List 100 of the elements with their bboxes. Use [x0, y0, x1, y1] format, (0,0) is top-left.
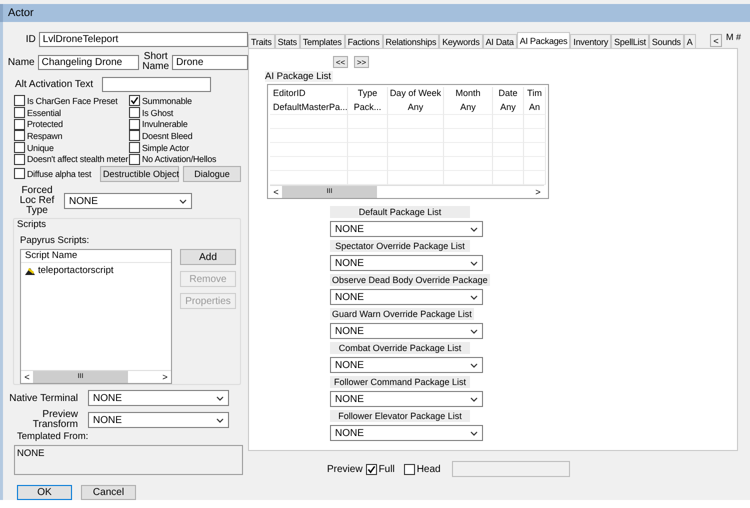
- window-title: Actor: [0, 4, 750, 22]
- short-name-field[interactable]: Drone: [172, 54, 248, 70]
- package-dropdown[interactable]: NONE: [330, 221, 483, 237]
- scroll-right-arrow[interactable]: >: [532, 186, 544, 198]
- package-dropdown[interactable]: NONE: [330, 323, 483, 339]
- field-label: ID: [24, 34, 36, 45]
- checkbox[interactable]: [14, 142, 25, 154]
- table-cell: Any: [493, 101, 524, 115]
- field-label: Follower Elevator Package List: [330, 410, 470, 422]
- field-label: Observe Dead Body Override Package: [330, 274, 490, 286]
- table-cell: Pack...: [348, 101, 388, 115]
- list-item[interactable]: teleportactorscript: [38, 265, 114, 276]
- tab[interactable]: SpellList: [611, 34, 649, 48]
- column-header[interactable]: Month: [444, 87, 493, 101]
- package-dropdown[interactable]: NONE: [330, 289, 483, 305]
- field-label: Default Package List: [330, 206, 470, 218]
- dialog-button[interactable]: Dialogue: [183, 166, 241, 182]
- package-dropdown[interactable]: NONE: [330, 357, 483, 373]
- checkbox[interactable]: [129, 142, 140, 154]
- tab[interactable]: Stats: [274, 34, 300, 48]
- checkbox-label: Head: [416, 464, 441, 474]
- tab[interactable]: Templates: [300, 34, 345, 48]
- checkbox[interactable]: [129, 130, 140, 142]
- tab[interactable]: AI Data: [482, 34, 517, 48]
- checkbox-label: Protected: [27, 119, 63, 130]
- tab-overflow-text: M #: [726, 32, 742, 42]
- checkbox[interactable]: [14, 107, 25, 118]
- tab[interactable]: Inventory: [570, 34, 612, 48]
- caret-icon: [470, 226, 478, 232]
- script-icon: [24, 266, 36, 276]
- checkbox[interactable]: [14, 154, 25, 165]
- caret-icon: [179, 198, 187, 204]
- id-field[interactable]: LvlDroneTeleport: [38, 32, 248, 47]
- alt-activation-field[interactable]: [102, 77, 212, 92]
- column-header[interactable]: Date: [493, 87, 524, 101]
- field-label: Combat Override Package List: [330, 342, 470, 354]
- caret-icon: [216, 418, 224, 423]
- table-cell: Any: [444, 101, 493, 115]
- scroll-right-arrow[interactable]: >: [159, 371, 171, 384]
- checkbox-label: Doesnt Bleed: [142, 130, 192, 141]
- field-label: Follower Command Package List: [330, 376, 470, 388]
- preview-transform-dropdown[interactable]: NONE: [88, 412, 229, 428]
- package-dropdown[interactable]: NONE: [330, 391, 483, 407]
- checkbox-label: Summonable: [142, 96, 192, 106]
- package-dropdown[interactable]: NONE: [330, 425, 483, 441]
- list-label: Papyrus Scripts:: [20, 235, 90, 246]
- field-label: Spectator Override Package List: [330, 240, 470, 252]
- field-label: Alt Activation Text: [15, 79, 94, 90]
- checkbox[interactable]: [404, 464, 415, 474]
- dialog-button[interactable]: OK: [17, 485, 72, 500]
- checkbox[interactable]: [129, 107, 140, 118]
- script-button[interactable]: Add: [180, 249, 236, 266]
- column-header[interactable]: EditorID: [270, 87, 348, 101]
- name-field[interactable]: Changeling Drone: [38, 54, 140, 70]
- scroll-left-arrow[interactable]: <: [21, 371, 33, 384]
- package-dropdown[interactable]: NONE: [330, 255, 483, 271]
- checkbox[interactable]: [129, 95, 140, 106]
- field-label: Preview Transform: [32, 410, 78, 430]
- nav-button[interactable]: >>: [354, 56, 369, 68]
- column-header[interactable]: Day of Week: [388, 87, 444, 101]
- checkbox[interactable]: [129, 154, 140, 165]
- native-terminal-dropdown[interactable]: NONE: [88, 390, 229, 406]
- field-label: Forced Loc Ref Type: [18, 186, 56, 216]
- group-label: Scripts: [17, 219, 48, 230]
- preview-field[interactable]: [452, 461, 570, 477]
- checkbox[interactable]: [14, 95, 25, 106]
- field-label: Native Terminal: [8, 392, 78, 404]
- column-header[interactable]: Script Name: [21, 250, 171, 264]
- tab[interactable]: Traits: [248, 34, 275, 48]
- field-label: Templated From:: [17, 431, 90, 442]
- forced-loc-dropdown[interactable]: NONE: [64, 193, 192, 210]
- tab[interactable]: AI Packages: [516, 32, 570, 48]
- checkbox-label: Is Ghost: [142, 108, 174, 118]
- caret-icon: [216, 396, 224, 401]
- nav-button[interactable]: <<: [333, 56, 348, 68]
- tab[interactable]: A: [684, 34, 696, 48]
- caret-icon: [470, 362, 478, 368]
- scroll-left-arrow[interactable]: <: [270, 186, 282, 198]
- tab-scroll-button[interactable]: <: [710, 34, 722, 47]
- checkbox[interactable]: [14, 130, 25, 142]
- tab[interactable]: Factions: [344, 34, 383, 48]
- tab[interactable]: Sounds: [648, 34, 684, 48]
- column-header[interactable]: Type: [348, 87, 388, 101]
- checkbox[interactable]: [14, 168, 25, 180]
- checkbox-label: Unique: [27, 142, 54, 153]
- column-header[interactable]: Tim: [524, 87, 546, 101]
- checkbox[interactable]: [366, 464, 377, 474]
- table-cell: An: [524, 101, 546, 115]
- checkbox[interactable]: [129, 118, 140, 130]
- dialog-button[interactable]: Cancel: [81, 485, 136, 500]
- field-label: Guard Warn Override Package List: [330, 308, 474, 320]
- tab[interactable]: Relationships: [382, 34, 440, 48]
- checkbox-label: Full: [378, 464, 395, 474]
- field-label: Name: [6, 56, 35, 68]
- checkbox-label: Invulnerable: [142, 119, 188, 130]
- tab[interactable]: Keywords: [439, 34, 483, 48]
- checkbox[interactable]: [14, 118, 25, 130]
- checkbox-label: Diffuse alpha test: [27, 168, 92, 179]
- checkbox-label: Is CharGen Face Preset: [27, 96, 118, 106]
- dialog-button[interactable]: Destructible Object: [100, 166, 179, 182]
